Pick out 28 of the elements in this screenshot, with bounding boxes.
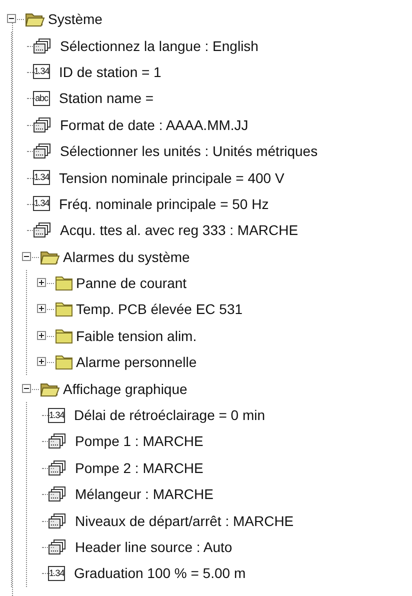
tree-item-label[interactable]: Temp. PCB élevée EC 531 (76, 299, 243, 320)
tree-item-label[interactable]: Niveaux de départ/arrêt : MARCHE (75, 510, 294, 531)
tree-item-label[interactable]: Alarme personnelle (76, 352, 197, 372)
tree-item-label[interactable]: Format de date : AAAA.MM.JJ (60, 114, 248, 135)
tree-item-label[interactable]: Délai de rétroéclairage = 0 min (74, 405, 266, 426)
tree-item-label[interactable]: Sélectionner les unités : Unités métriques (60, 141, 318, 162)
tree-item-label[interactable]: Graduation 100 % = 5.00 m (74, 563, 246, 584)
tree-item-label[interactable]: Mélangeur : MARCHE (75, 484, 214, 504)
tree-item-label[interactable]: Acqu. ttes al. avec reg 333 : MARCHE (60, 220, 298, 240)
tree-item-label[interactable]: Fréq. nominale principale = 50 Hz (59, 194, 269, 214)
text-type-icon: abc (33, 90, 50, 106)
tree-item-label[interactable]: Alarmes du système (63, 246, 190, 267)
tree-item-label[interactable]: Système (48, 9, 102, 30)
tree-item-label[interactable]: Sélectionnez la langue : English (60, 36, 258, 56)
tree-item-label[interactable]: Panne de courant (76, 273, 187, 294)
tree-item-label[interactable]: Faible tension alim. (76, 326, 197, 346)
tree-item-label[interactable]: Station name = (59, 88, 154, 108)
tree-item-label[interactable]: Affichage graphique (63, 378, 188, 399)
tree-item-label[interactable]: Pompe 2 : MARCHE (75, 458, 204, 478)
number-type-icon: 1.34 (48, 566, 65, 581)
number-type-icon: 1.34 (48, 408, 65, 423)
number-type-icon: 1.34 (33, 170, 50, 186)
number-type-icon: 1.34 (33, 196, 50, 212)
tree-item-label[interactable]: Header line source : Auto (75, 537, 232, 557)
tree-item-label[interactable]: Pompe 1 : MARCHE (75, 431, 204, 452)
tree-item-label[interactable]: ID de station = 1 (59, 62, 162, 82)
tree-item-label[interactable]: Tension nominale principale = 400 V (59, 168, 284, 188)
number-type-icon: 1.34 (33, 64, 50, 80)
